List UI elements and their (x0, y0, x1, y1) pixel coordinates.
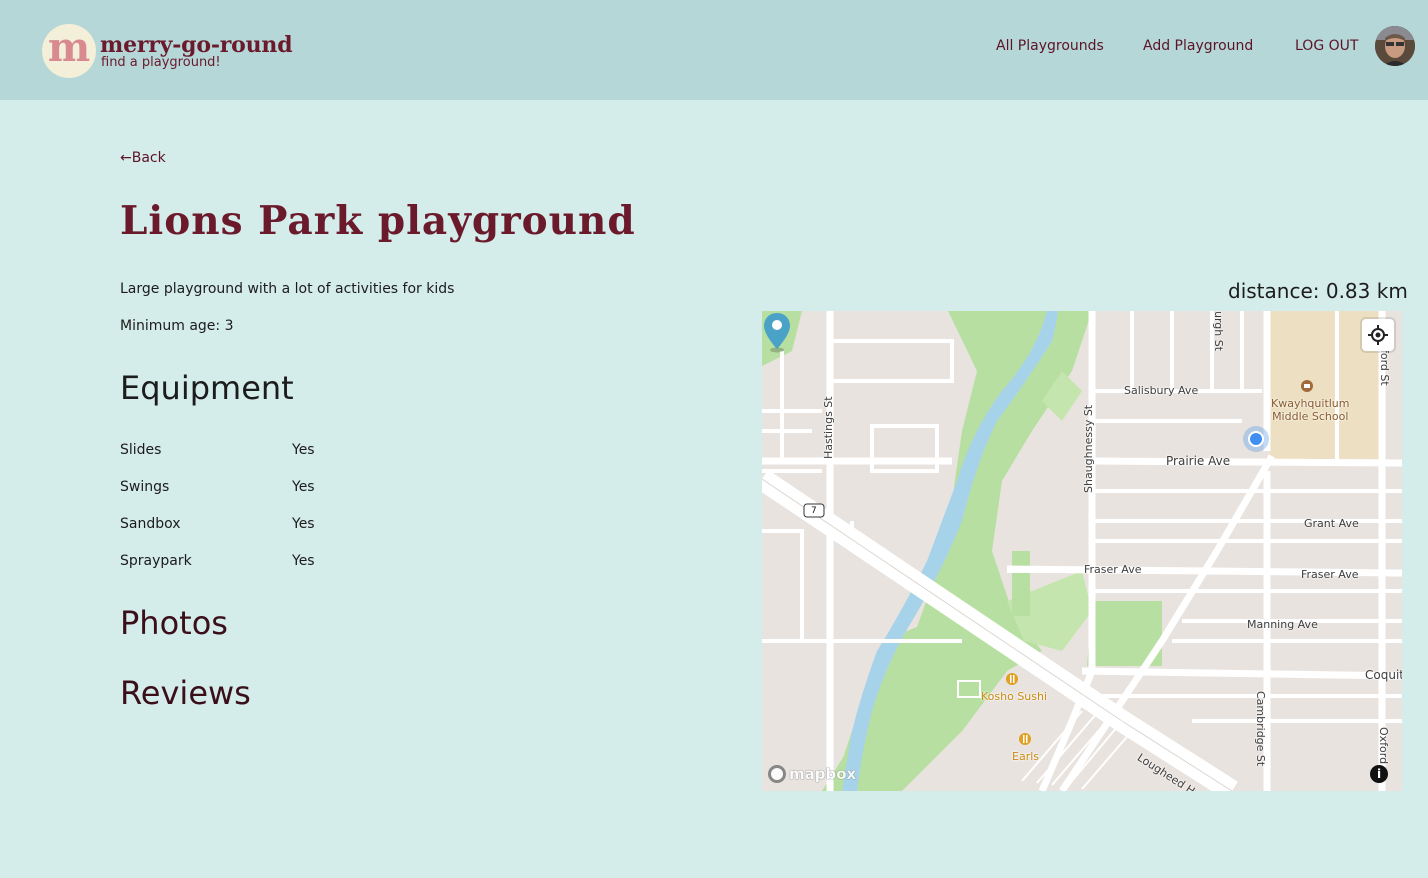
map-label-fraser-east: Fraser Ave (1301, 568, 1359, 581)
user-location-marker (1243, 426, 1269, 452)
distance-label: distance: 0.83 km (1228, 279, 1408, 303)
equipment-value: Yes (292, 516, 315, 532)
equipment-row: Swings Yes (120, 478, 380, 515)
school-icon (1301, 380, 1313, 392)
crosshair-icon (1368, 325, 1388, 345)
logo-badge[interactable]: m (42, 24, 96, 78)
map-label-ford: ford St (1378, 349, 1391, 386)
map-label-fraser-west: Fraser Ave (1084, 563, 1142, 576)
back-link[interactable]: ←Back (120, 149, 166, 167)
user-location-dot (1248, 431, 1264, 447)
map-label-kosho-sushi: Kosho Sushi (981, 690, 1048, 703)
equipment-list: Slides Yes Swings Yes Sandbox Yes Sprayp… (120, 441, 380, 589)
restaurant-icon (1006, 673, 1018, 685)
equipment-value: Yes (292, 442, 315, 458)
map-label-coquit: Coquit (1365, 668, 1402, 682)
equipment-row: Slides Yes (120, 441, 380, 478)
mapbox-logo[interactable]: mapbox (768, 764, 856, 784)
playground-pin-icon[interactable] (762, 311, 792, 353)
equipment-name: Slides (120, 442, 162, 458)
map-label-earls: Earls (1012, 750, 1040, 763)
map-label-school: Kwayhquitlum Middle School (1271, 397, 1350, 423)
nav-add-playground[interactable]: Add Playground (1143, 37, 1253, 55)
page-title: Lions Park playground (120, 198, 636, 244)
logo-letter: m (47, 24, 91, 71)
mapbox-mark-icon (768, 765, 786, 783)
map-label-shaughnessy: Shaughnessy St (1082, 404, 1095, 493)
equipment-name: Spraypark (120, 553, 192, 569)
map-label-route: 7 (811, 506, 817, 516)
equipment-name: Swings (120, 479, 170, 495)
photos-heading: Photos (120, 604, 228, 642)
equipment-name: Sandbox (120, 516, 181, 532)
avatar-image (1375, 26, 1415, 66)
mapbox-wordmark: mapbox (789, 765, 857, 783)
map-label-prairie: Prairie Ave (1166, 454, 1231, 468)
geolocate-button[interactable] (1362, 319, 1394, 351)
site-header: m merry-go-round find a playground! All … (0, 0, 1428, 100)
minimum-age: Minimum age: 3 (120, 318, 234, 334)
equipment-row: Spraypark Yes (120, 552, 380, 589)
equipment-value: Yes (292, 479, 315, 495)
equipment-row: Sandbox Yes (120, 515, 380, 552)
playground-description: Large playground with a lot of activitie… (120, 281, 455, 297)
equipment-heading: Equipment (120, 369, 294, 407)
map-label-urgh: urgh St (1212, 311, 1225, 352)
map-label-cambridge: Cambridge St (1254, 691, 1267, 767)
nav-log-out[interactable]: LOG OUT (1295, 37, 1358, 55)
restaurant-icon (1019, 733, 1031, 745)
map-label-hastings: Hastings St (822, 396, 835, 459)
attribution-info-button[interactable]: i (1370, 765, 1388, 783)
equipment-value: Yes (292, 553, 315, 569)
map-label-manning: Manning Ave (1247, 618, 1318, 631)
reviews-heading: Reviews (120, 674, 251, 712)
nav-all-playgrounds[interactable]: All Playgrounds (996, 37, 1104, 55)
user-avatar[interactable] (1375, 26, 1415, 66)
brand-tagline: find a playground! (101, 55, 221, 70)
map-view[interactable]: Hastings St Shaughnessy St Salisbury Ave… (762, 311, 1402, 791)
map-label-salisbury: Salisbury Ave (1124, 384, 1199, 397)
map-label-grant: Grant Ave (1304, 517, 1359, 530)
map-label-oxford: Oxford (1377, 727, 1390, 765)
